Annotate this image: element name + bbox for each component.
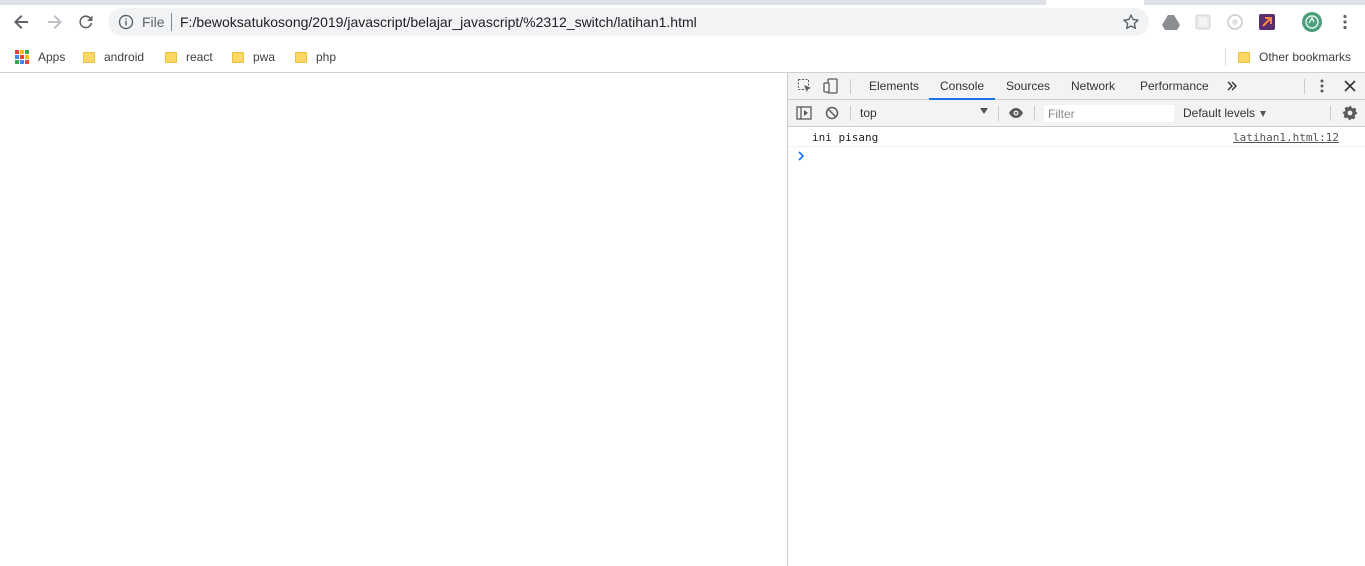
reload-button[interactable]: [75, 11, 97, 33]
inspect-element-icon[interactable]: [797, 78, 813, 94]
console-message-source-link[interactable]: latihan1.html:12: [1233, 131, 1339, 144]
vscode-extension-icon[interactable]: [1257, 12, 1277, 32]
close-icon[interactable]: [1342, 78, 1358, 94]
bookmark-pwa[interactable]: pwa: [232, 47, 275, 67]
avatar[interactable]: [1301, 11, 1323, 33]
folder-icon: [295, 51, 307, 63]
page-viewport: [0, 73, 787, 566]
device-toolbar-icon[interactable]: [823, 78, 839, 94]
scheme-label: File: [142, 14, 165, 30]
bookmark-label: Other bookmarks: [1259, 50, 1352, 64]
star-icon[interactable]: [1122, 13, 1140, 31]
bookmark-android[interactable]: android: [83, 47, 144, 67]
console-toolbar: top Default levels: [788, 100, 1365, 127]
back-button[interactable]: [11, 11, 33, 33]
eye-icon[interactable]: [1008, 105, 1024, 121]
chevron-down-icon[interactable]: [980, 108, 988, 114]
more-tabs-icon[interactable]: [1224, 78, 1240, 94]
bookmarks-separator: [1225, 48, 1226, 66]
apps-grid-icon: [15, 50, 29, 64]
reload-icon: [79, 15, 93, 29]
console-message: ini pisang latihan1.html:12: [788, 127, 1365, 147]
clear-console-icon[interactable]: [824, 105, 840, 121]
bookmark-apps[interactable]: Apps: [15, 47, 65, 67]
folder-icon: [232, 51, 244, 63]
tabbar-separator: [1304, 79, 1305, 94]
levels-label: Default levels: [1183, 106, 1256, 120]
chevron-down-icon: [1260, 110, 1267, 117]
bookmark-label: php: [316, 50, 337, 64]
context-selector[interactable]: top: [860, 106, 877, 120]
console-message-text: ini pisang: [812, 131, 879, 144]
consolebar-separator: [1034, 106, 1035, 121]
tab-elements[interactable]: Elements: [869, 73, 919, 100]
bookmark-label: react: [186, 50, 213, 64]
arrow-left-icon: [14, 15, 28, 29]
folder-icon: [83, 51, 95, 63]
consolebar-separator: [1330, 106, 1331, 121]
timer-extension-icon[interactable]: [1225, 12, 1245, 32]
sidebar-toggle-icon[interactable]: [796, 105, 812, 121]
console-prompt-icon[interactable]: [797, 150, 807, 162]
url-text[interactable]: F:/bewoksatukosong/2019/javascript/belaj…: [180, 14, 697, 30]
devtools-panel: Elements Console Sources Network Perform…: [787, 73, 1365, 566]
consolebar-separator: [998, 106, 999, 121]
browser-toolbar: File F:/bewoksatukosong/2019/javascript/…: [0, 5, 1365, 44]
gear-icon[interactable]: [1342, 105, 1358, 121]
bookmark-label: android: [104, 50, 145, 64]
omnibox-separator: [171, 13, 172, 31]
consolebar-separator: [850, 106, 851, 121]
chrome-menu-icon[interactable]: [1335, 12, 1355, 32]
tab-sources[interactable]: Sources: [1006, 73, 1050, 100]
bookmark-other[interactable]: Other bookmarks: [1238, 47, 1351, 67]
forward-button[interactable]: [43, 11, 65, 33]
tabbar-separator: [850, 79, 851, 94]
arrow-right-icon: [48, 15, 62, 29]
bookmark-php[interactable]: php: [295, 47, 336, 67]
devtools-menu-icon[interactable]: [1314, 78, 1330, 94]
tab-performance[interactable]: Performance: [1140, 73, 1209, 100]
info-icon[interactable]: [118, 14, 134, 30]
folder-icon: [1238, 51, 1250, 63]
extension-icon[interactable]: [1193, 12, 1213, 32]
levels-dropdown[interactable]: Default levels: [1183, 106, 1267, 120]
filter-input[interactable]: [1043, 104, 1175, 123]
bookmark-label: pwa: [253, 50, 276, 64]
bookmark-label: Apps: [38, 50, 66, 64]
address-bar[interactable]: File F:/bewoksatukosong/2019/javascript/…: [108, 8, 1149, 36]
bookmark-react[interactable]: react: [165, 47, 213, 67]
devtools-tabbar: Elements Console Sources Network Perform…: [788, 73, 1365, 100]
drive-extension-icon[interactable]: [1161, 12, 1181, 32]
folder-icon: [165, 51, 177, 63]
tab-console[interactable]: Console: [929, 73, 996, 100]
bookmarks-bar: Apps android react pwa php Other bookmar…: [0, 44, 1365, 72]
tab-network[interactable]: Network: [1071, 73, 1115, 100]
